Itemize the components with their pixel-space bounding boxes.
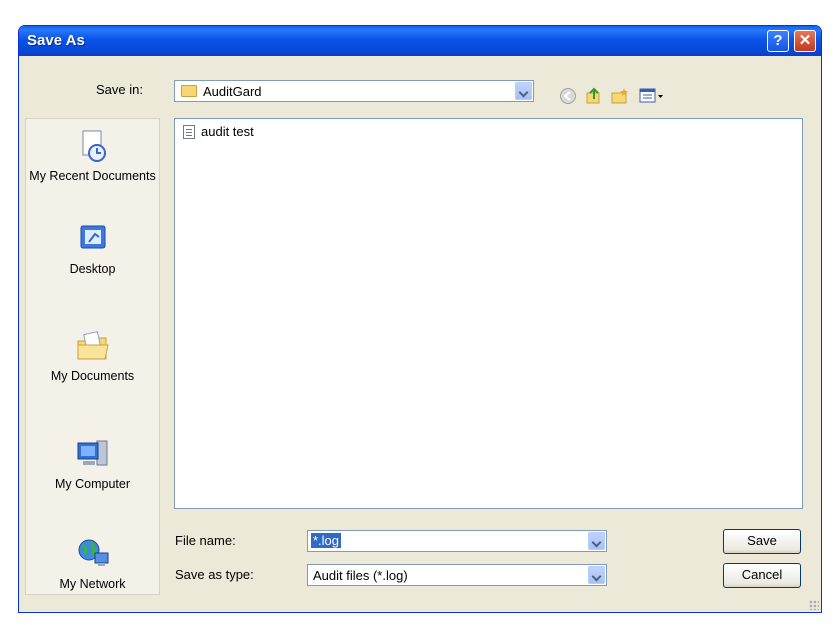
file-name-field[interactable]: *.log [307, 530, 607, 552]
up-folder-icon[interactable] [585, 87, 603, 105]
save-in-dropdown[interactable]: AuditGard [174, 80, 534, 102]
close-button[interactable]: ✕ [794, 30, 816, 52]
place-my-documents[interactable]: My Documents [26, 329, 159, 384]
my-documents-icon [77, 331, 109, 360]
my-network-icon [78, 539, 108, 566]
save-in-value: AuditGard [203, 84, 262, 99]
save-as-type-dropdown[interactable]: Audit files (*.log) [307, 564, 607, 586]
new-folder-icon[interactable] [611, 87, 629, 105]
desktop-icon [80, 225, 105, 249]
file-name-label: File name: [175, 533, 236, 548]
folder-icon [181, 85, 197, 97]
recent-documents-icon [82, 130, 106, 162]
text-file-icon [183, 125, 195, 139]
place-recent-documents[interactable]: My Recent Documents [26, 129, 159, 184]
window-title: Save As [27, 32, 85, 49]
save-as-type-label: Save as type: [175, 567, 254, 582]
place-my-network[interactable]: My Network [26, 537, 159, 592]
save-button[interactable]: Save [723, 529, 801, 554]
save-as-type-value: Audit files (*.log) [313, 568, 408, 583]
back-icon[interactable] [559, 87, 577, 105]
title-bar[interactable]: Save As ? ✕ [19, 26, 821, 56]
help-button[interactable]: ? [767, 30, 789, 52]
save-as-dialog: Save As ? ✕ Save in: AuditGard My Recent… [18, 25, 822, 613]
file-name-text: audit test [201, 124, 254, 139]
chevron-down-icon[interactable] [515, 82, 532, 100]
place-my-computer[interactable]: My Computer [26, 437, 159, 492]
view-menu-icon[interactable] [639, 87, 665, 105]
save-in-label: Save in: [96, 82, 143, 97]
cancel-button[interactable]: Cancel [723, 563, 801, 588]
resize-grip[interactable] [809, 600, 819, 610]
chevron-down-icon[interactable] [588, 566, 605, 584]
chevron-down-icon[interactable] [588, 532, 605, 550]
place-desktop[interactable]: Desktop [26, 222, 159, 277]
file-list[interactable]: audit test [174, 118, 803, 509]
places-bar: My Recent Documents Desktop My Documents [25, 118, 160, 595]
file-name-value: *.log [311, 533, 342, 548]
my-computer-icon [77, 440, 107, 466]
